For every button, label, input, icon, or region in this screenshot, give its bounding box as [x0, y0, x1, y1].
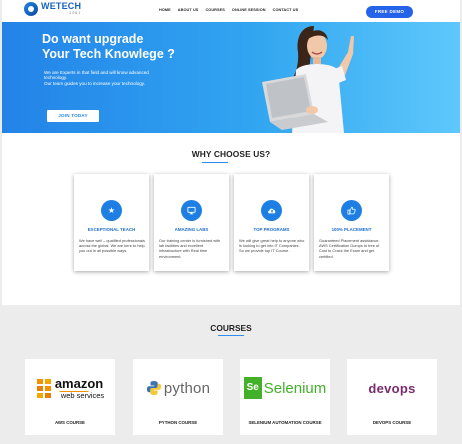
feature-card: 100% PLACEMENT Guaranteed Placement assi…	[314, 174, 389, 271]
devops-logo-text: devops	[368, 380, 416, 396]
free-demo-button[interactable]: FREE DEMO	[366, 6, 413, 18]
course-card-devops[interactable]: devops DEVOPS COURSE	[347, 359, 437, 435]
star-icon: ★	[101, 200, 122, 221]
course-name: AWS COURSE	[54, 420, 85, 425]
feature-card: ★ EXCEPTIONAL TEACH We have well – quali…	[74, 174, 149, 271]
site-header: WETECH 2061 HOME ABOUT US COURSES ONLINE…	[2, 0, 460, 22]
courses-title: COURSES	[210, 323, 252, 333]
why-title-underline	[202, 162, 228, 163]
devops-logo: devops	[347, 367, 437, 409]
why-choose-us-section: WHY CHOOSE US? ★ EXCEPTIONAL TEACH We ha…	[2, 133, 460, 305]
feature-title: EXCEPTIONAL TEACH	[87, 227, 136, 232]
brand-name: WETECH	[41, 1, 82, 12]
hero-woman-laptop-image	[262, 26, 354, 133]
hero-desc-line3: Our team guides you to increase your tec…	[44, 80, 146, 86]
course-name: DEVOPS COURSE	[372, 420, 412, 425]
nav-courses[interactable]: COURSES	[205, 8, 224, 12]
feature-title: TOP PROGRAMS	[253, 227, 290, 232]
course-name: PYTHON COURSE	[158, 420, 198, 425]
hero-title-line1: Do want upgrade	[42, 32, 144, 46]
brand-tagline: 2061	[69, 11, 82, 16]
feature-text: Our training center is furnished with la…	[159, 238, 221, 259]
why-title: WHY CHOOSE US?	[191, 149, 271, 159]
aws-logo-text: amazon	[54, 375, 104, 391]
selenium-mark-icon: Se	[243, 377, 262, 399]
python-snake-icon	[146, 381, 161, 395]
selenium-logo-text: Selenium	[263, 379, 327, 397]
aws-logo: amazon web services	[25, 367, 115, 409]
courses-section: COURSES amazon web services AWS COURSE p…	[0, 305, 462, 444]
thumbs-up-icon	[341, 200, 362, 221]
feature-text: We will give great help to anyone who is…	[239, 238, 305, 254]
feature-text: We have well – qualified professionals a…	[79, 238, 145, 254]
brand-logo[interactable]: WETECH 2061	[24, 2, 81, 16]
feature-card: AMAZING LABS Our training center is furn…	[154, 174, 229, 271]
feature-card: TOP PROGRAMS We will give great help to …	[234, 174, 309, 271]
feature-title: AMAZING LABS	[174, 227, 209, 232]
course-card-python[interactable]: python PYTHON COURSE	[133, 359, 223, 435]
course-card-selenium[interactable]: Se Selenium SELENIUM AUTOMATION COURSE	[240, 359, 330, 435]
nav-contact-us[interactable]: CONTACT US	[273, 8, 299, 12]
python-logo: python	[133, 367, 223, 409]
nav-online-session[interactable]: ONLINE SESSION	[232, 8, 266, 12]
monitor-icon	[181, 200, 202, 221]
python-logo-text: python	[163, 379, 211, 397]
feature-text: Guaranteed Placement assistance. AWS Cer…	[319, 238, 380, 259]
aws-cubes-icon	[36, 379, 51, 398]
hero-title-line2: Your Tech Knowlege ?	[42, 47, 175, 61]
courses-title-underline	[218, 335, 244, 336]
logo-icon	[24, 2, 38, 16]
hero-description: We are Experts in that field and will kn…	[44, 70, 194, 86]
hero-title: Do want upgrade Your Tech Knowlege ?	[42, 32, 175, 62]
course-card-aws[interactable]: amazon web services AWS COURSE	[25, 359, 115, 435]
course-name: SELENIUM AUTOMATION COURSE	[248, 420, 322, 425]
nav-about-us[interactable]: ABOUT US	[178, 8, 199, 12]
main-nav: HOME ABOUT US COURSES ONLINE SESSION CON…	[159, 8, 298, 12]
join-today-button[interactable]: JOIN TODAY	[47, 110, 99, 122]
cloud-upload-icon	[261, 200, 282, 221]
feature-title: 100% PLACEMENT	[331, 227, 372, 232]
selenium-logo: Se Selenium	[240, 367, 330, 409]
nav-home[interactable]: HOME	[159, 8, 171, 12]
hero-banner: Do want upgrade Your Tech Knowlege ? We …	[2, 22, 460, 133]
aws-logo-subtext: web services	[60, 390, 105, 400]
